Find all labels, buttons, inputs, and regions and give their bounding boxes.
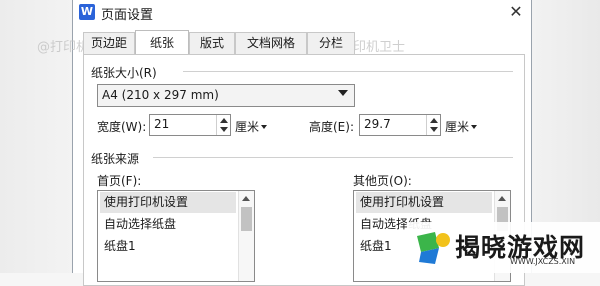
height-stepper-buttons[interactable] [426,115,440,135]
chevron-down-icon [261,125,268,129]
first-page-listbox[interactable]: 使用打印机设置 自动选择纸盘 纸盘1 [97,190,255,282]
scrollbar[interactable] [238,191,254,281]
title-bar: W 页面设置 ✕ [73,0,531,26]
site-logo: 揭晓游戏网 WWW.JXCZS.XIN [407,222,600,273]
other-pages-label: 其他页(O): [353,174,412,188]
wps-app-icon: W [79,4,95,20]
tab-layout[interactable]: 版式 [189,32,235,54]
decrement-icon[interactable] [220,127,228,132]
width-spinner[interactable]: 21 [149,114,231,136]
height-unit-label: 厘米 [445,120,470,134]
logo-domain: WWW.JXCZS.XIN [510,257,576,266]
scroll-up-icon[interactable] [498,196,506,201]
decrement-icon[interactable] [430,127,438,132]
width-unit-dropdown[interactable]: 厘米 [235,118,268,135]
paper-source-section-label: 纸张来源 [91,152,140,166]
height-unit-dropdown[interactable]: 厘米 [445,118,478,135]
increment-icon[interactable] [430,118,438,123]
tab-document-grid[interactable]: 文档网格 [235,32,307,54]
list-item[interactable]: 使用打印机设置 [356,192,492,213]
paper-size-select[interactable]: A4 (210 x 297 mm) [97,84,355,107]
paper-size-value: A4 (210 x 297 mm) [102,88,219,102]
width-label: 宽度(W): [97,120,147,134]
scroll-thumb[interactable] [241,207,252,231]
logo-mark-icon [417,232,450,264]
height-label: 高度(E): [309,120,354,134]
tab-columns[interactable]: 分栏 [307,32,355,54]
chevron-down-icon [471,125,478,129]
paper-size-section-label: 纸张大小(R) [91,66,157,80]
list-item[interactable]: 自动选择纸盘 [100,214,236,235]
section-divider [183,71,513,72]
chevron-down-icon [338,90,348,96]
scroll-up-icon[interactable] [242,196,250,201]
tab-paper[interactable]: 纸张 [135,30,189,55]
section-divider [153,157,513,158]
close-button[interactable]: ✕ [501,0,531,24]
list-item[interactable]: 纸盘1 [100,236,236,257]
height-spinner[interactable]: 29.7 [359,114,441,136]
tab-margins[interactable]: 页边距 [83,32,135,54]
width-unit-label: 厘米 [235,120,260,134]
list-item[interactable]: 使用打印机设置 [100,192,236,213]
dialog-title: 页面设置 [101,8,154,23]
width-stepper-buttons[interactable] [216,115,230,135]
width-value: 21 [154,117,170,131]
increment-icon[interactable] [220,118,228,123]
height-value: 29.7 [364,117,391,131]
first-page-label: 首页(F): [97,174,142,188]
